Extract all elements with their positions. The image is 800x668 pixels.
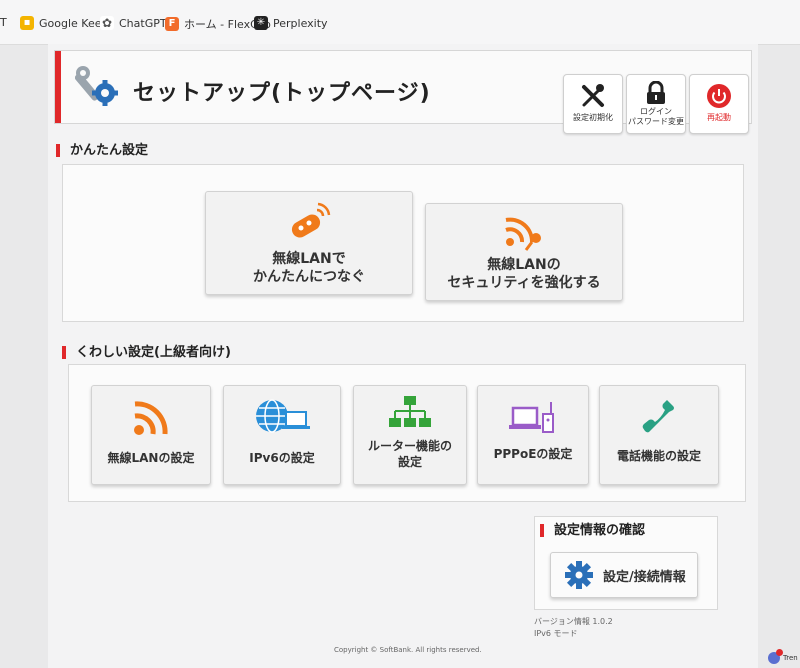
- card-label-line1: 無線LANの: [487, 257, 561, 273]
- card-label-line1: ルーター機能の: [367, 439, 452, 453]
- wifi-key-icon: [505, 217, 541, 251]
- card-label: 無線LANの設定: [107, 451, 195, 465]
- login-label: ログイン: [640, 107, 672, 116]
- settings-info-title: 設定情報の確認: [540, 524, 645, 537]
- flexclip-icon: F: [165, 17, 179, 31]
- wireless-easy-connect-card[interactable]: 無線LANで かんたんにつなぐ: [205, 191, 413, 295]
- card-label-line1: 無線LANで: [272, 251, 346, 267]
- wireless-lan-settings-card[interactable]: 無線LANの設定: [91, 385, 211, 485]
- bookmarks-bar: T ▪ Google Keep ✿ ChatGPT F ホーム - FlexCl…: [0, 0, 800, 45]
- chatgpt-icon: ✿: [100, 16, 114, 30]
- wrench-gear-icon: [75, 66, 118, 106]
- lock-icon: [647, 81, 665, 104]
- laptop-router-icon: [509, 402, 554, 433]
- taskbar-tray: Tren: [768, 649, 798, 664]
- page-title: セットアップ(トップページ): [133, 81, 431, 106]
- password-change-label: パスワード変更: [628, 117, 684, 126]
- easy-settings-title: かんたん設定: [56, 144, 148, 157]
- card-label: 電話機能の設定: [616, 449, 701, 463]
- reboot-label: 再起動: [707, 113, 731, 122]
- phone-settings-card[interactable]: 電話機能の設定: [599, 385, 719, 485]
- copyright: Copyright © SoftBank. All rights reserve…: [334, 646, 482, 654]
- ipv6-mode: IPv6 モード: [534, 629, 578, 638]
- notification-icon[interactable]: [768, 649, 783, 664]
- card-label: IPv6の設定: [249, 451, 315, 465]
- ipv6-settings-card[interactable]: IPv6の設定: [223, 385, 341, 485]
- wifi-icon: [134, 401, 168, 435]
- wps-key-icon: [291, 202, 331, 238]
- card-label-line2: かんたんにつなぐ: [253, 269, 365, 285]
- login-password-change-button[interactable]: ログイン パスワード変更: [626, 74, 686, 134]
- easy-settings-panel: 無線LANで かんたんにつなぐ 無線LANの セキュリティを強化する: [62, 164, 744, 322]
- network-tree-icon: [389, 396, 431, 427]
- wireless-security-card[interactable]: 無線LANの セキュリティを強化する: [425, 203, 623, 301]
- bookmark-label: Google Keep: [39, 16, 109, 30]
- bookmark-label: ChatGPT: [119, 16, 167, 30]
- factory-reset-label: 設定初期化: [573, 113, 613, 122]
- tools-icon: [582, 84, 604, 107]
- bookmark-google-keep[interactable]: ▪ Google Keep: [20, 16, 108, 30]
- advanced-settings-panel: 無線LANの設定 IPv6の設定 ルーター機能の 設定 PPPoEの設定 電話機…: [68, 364, 746, 502]
- perplexity-icon: ✳: [254, 16, 268, 30]
- bookmark-chatgpt[interactable]: ✿ ChatGPT: [100, 16, 167, 30]
- card-label-line2: 設定: [397, 455, 422, 469]
- gear-icon: [565, 561, 593, 589]
- globe-laptop-icon: [256, 399, 310, 433]
- card-label: PPPoEの設定: [493, 447, 573, 461]
- bookmark-perplexity[interactable]: ✳ Perplexity: [254, 16, 328, 30]
- settings-connection-info-label: 設定/接続情報: [603, 569, 686, 585]
- power-icon: [707, 84, 731, 108]
- card-label-line2: セキュリティを強化する: [447, 275, 601, 291]
- phone-icon: [642, 400, 674, 433]
- factory-reset-button[interactable]: 設定初期化: [563, 74, 623, 134]
- advanced-settings-title: くわしい設定(上級者向け): [62, 346, 231, 359]
- settings-connection-info-button[interactable]: 設定/接続情報: [550, 552, 698, 598]
- header-accent-bar: [55, 51, 61, 123]
- bookmark-label: Perplexity: [273, 16, 328, 30]
- bookmark-label: T: [0, 16, 7, 29]
- pppoe-settings-card[interactable]: PPPoEの設定: [477, 385, 589, 485]
- bookmark-item-t[interactable]: T: [0, 16, 7, 29]
- version-info: バージョン情報 1.0.2: [534, 617, 613, 626]
- taskbar-text: Tren: [783, 654, 798, 662]
- google-keep-icon: ▪: [20, 16, 34, 30]
- setup-page: セットアップ(トップページ) 設定初期化 ログイン パスワード変更 再起動 かん…: [48, 44, 758, 668]
- reboot-button[interactable]: 再起動: [689, 74, 749, 134]
- router-function-settings-card[interactable]: ルーター機能の 設定: [353, 385, 467, 485]
